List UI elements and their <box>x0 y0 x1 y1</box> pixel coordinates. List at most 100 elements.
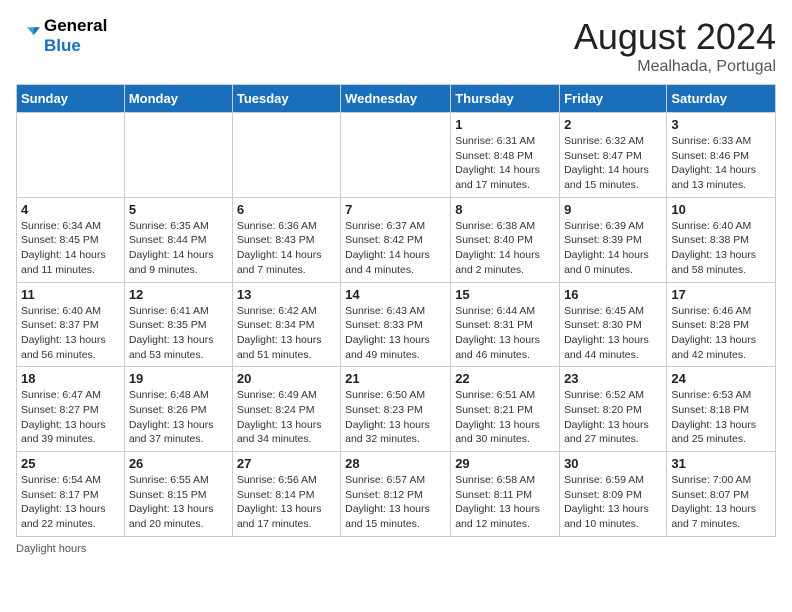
calendar-cell: 2 Sunrise: 6:32 AM Sunset: 8:47 PM Daylig… <box>560 113 667 198</box>
day-number: 20 <box>237 371 336 386</box>
day-info: Sunrise: 6:37 AM Sunset: 8:42 PM Dayligh… <box>345 219 446 278</box>
day-info: Sunrise: 6:42 AM Sunset: 8:34 PM Dayligh… <box>237 304 336 363</box>
day-number: 13 <box>237 287 336 302</box>
day-info: Sunrise: 6:34 AM Sunset: 8:45 PM Dayligh… <box>21 219 120 278</box>
day-number: 4 <box>21 202 120 217</box>
calendar-cell <box>17 113 125 198</box>
calendar-cell: 20 Sunrise: 6:49 AM Sunset: 8:24 PM Dayli… <box>232 367 340 452</box>
page-header: General Blue August 2024 Mealhada, Portu… <box>16 16 776 76</box>
month-title: August 2024 <box>574 16 776 58</box>
calendar-cell: 31 Sunrise: 7:00 AM Sunset: 8:07 PM Dayli… <box>667 452 776 537</box>
logo-text: General Blue <box>44 16 107 56</box>
day-number: 15 <box>455 287 555 302</box>
day-info: Sunrise: 6:56 AM Sunset: 8:14 PM Dayligh… <box>237 473 336 532</box>
day-number: 11 <box>21 287 120 302</box>
calendar-cell <box>232 113 340 198</box>
day-number: 6 <box>237 202 336 217</box>
day-number: 18 <box>21 371 120 386</box>
weekday-header: Thursday <box>451 85 560 113</box>
day-number: 21 <box>345 371 446 386</box>
weekday-header: Wednesday <box>341 85 451 113</box>
calendar-cell: 30 Sunrise: 6:59 AM Sunset: 8:09 PM Dayli… <box>560 452 667 537</box>
day-info: Sunrise: 6:41 AM Sunset: 8:35 PM Dayligh… <box>129 304 228 363</box>
day-info: Sunrise: 6:48 AM Sunset: 8:26 PM Dayligh… <box>129 388 228 447</box>
location: Mealhada, Portugal <box>574 58 776 76</box>
day-info: Sunrise: 6:55 AM Sunset: 8:15 PM Dayligh… <box>129 473 228 532</box>
day-info: Sunrise: 6:53 AM Sunset: 8:18 PM Dayligh… <box>671 388 771 447</box>
calendar-cell: 16Sunrise: 6:45 AM Sunset: 8:30 PM Dayli… <box>560 282 667 367</box>
day-info: Sunrise: 6:50 AM Sunset: 8:23 PM Dayligh… <box>345 388 446 447</box>
day-number: 27 <box>237 456 336 471</box>
calendar-cell: 15 Sunrise: 6:44 AM Sunset: 8:31 PM Dayli… <box>451 282 560 367</box>
day-number: 19 <box>129 371 228 386</box>
day-info: Sunrise: 6:31 AM Sunset: 8:48 PM Dayligh… <box>455 134 555 193</box>
calendar-cell: 29Sunrise: 6:58 AM Sunset: 8:11 PM Dayli… <box>451 452 560 537</box>
calendar-cell: 10 Sunrise: 6:40 AM Sunset: 8:38 PM Dayli… <box>667 197 776 282</box>
day-info: Sunrise: 6:58 AM Sunset: 8:11 PM Dayligh… <box>455 473 555 532</box>
day-number: 1 <box>455 117 555 132</box>
calendar-cell: 14Sunrise: 6:43 AM Sunset: 8:33 PM Dayli… <box>341 282 451 367</box>
day-info: Sunrise: 6:36 AM Sunset: 8:43 PM Dayligh… <box>237 219 336 278</box>
weekday-header: Friday <box>560 85 667 113</box>
day-info: Sunrise: 6:57 AM Sunset: 8:12 PM Dayligh… <box>345 473 446 532</box>
weekday-header: Monday <box>124 85 232 113</box>
calendar-cell: 9Sunrise: 6:39 AM Sunset: 8:39 PM Daylig… <box>560 197 667 282</box>
day-info: Sunrise: 6:49 AM Sunset: 8:24 PM Dayligh… <box>237 388 336 447</box>
calendar-cell: 8 Sunrise: 6:38 AM Sunset: 8:40 PM Daylig… <box>451 197 560 282</box>
day-number: 23 <box>564 371 662 386</box>
calendar-cell: 18 Sunrise: 6:47 AM Sunset: 8:27 PM Dayli… <box>17 367 125 452</box>
day-info: Sunrise: 6:40 AM Sunset: 8:38 PM Dayligh… <box>671 219 771 278</box>
logo: General Blue <box>16 16 107 56</box>
day-number: 7 <box>345 202 446 217</box>
calendar-cell: 11 Sunrise: 6:40 AM Sunset: 8:37 PM Dayli… <box>17 282 125 367</box>
calendar-table: SundayMondayTuesdayWednesdayThursdayFrid… <box>16 84 776 537</box>
weekday-header: Tuesday <box>232 85 340 113</box>
calendar-cell: 17Sunrise: 6:46 AM Sunset: 8:28 PM Dayli… <box>667 282 776 367</box>
day-number: 2 <box>564 117 662 132</box>
day-info: Sunrise: 6:43 AM Sunset: 8:33 PM Dayligh… <box>345 304 446 363</box>
day-number: 25 <box>21 456 120 471</box>
day-info: Sunrise: 6:32 AM Sunset: 8:47 PM Dayligh… <box>564 134 662 193</box>
day-number: 28 <box>345 456 446 471</box>
calendar-cell: 1 Sunrise: 6:31 AM Sunset: 8:48 PM Daylig… <box>451 113 560 198</box>
title-block: August 2024 Mealhada, Portugal <box>574 16 776 76</box>
day-number: 3 <box>671 117 771 132</box>
calendar-header: SundayMondayTuesdayWednesdayThursdayFrid… <box>17 85 776 113</box>
day-number: 10 <box>671 202 771 217</box>
day-info: Sunrise: 6:44 AM Sunset: 8:31 PM Dayligh… <box>455 304 555 363</box>
day-info: Sunrise: 6:47 AM Sunset: 8:27 PM Dayligh… <box>21 388 120 447</box>
calendar-cell: 27 Sunrise: 6:56 AM Sunset: 8:14 PM Dayli… <box>232 452 340 537</box>
calendar-cell: 28 Sunrise: 6:57 AM Sunset: 8:12 PM Dayli… <box>341 452 451 537</box>
day-number: 8 <box>455 202 555 217</box>
day-number: 31 <box>671 456 771 471</box>
day-number: 9 <box>564 202 662 217</box>
calendar-cell: 23 Sunrise: 6:52 AM Sunset: 8:20 PM Dayli… <box>560 367 667 452</box>
day-info: Sunrise: 7:00 AM Sunset: 8:07 PM Dayligh… <box>671 473 771 532</box>
day-info: Sunrise: 6:45 AM Sunset: 8:30 PM Dayligh… <box>564 304 662 363</box>
day-info: Sunrise: 6:40 AM Sunset: 8:37 PM Dayligh… <box>21 304 120 363</box>
day-info: Sunrise: 6:38 AM Sunset: 8:40 PM Dayligh… <box>455 219 555 278</box>
calendar-cell: 13 Sunrise: 6:42 AM Sunset: 8:34 PM Dayli… <box>232 282 340 367</box>
logo-icon <box>16 24 40 48</box>
day-info: Sunrise: 6:54 AM Sunset: 8:17 PM Dayligh… <box>21 473 120 532</box>
calendar-cell <box>124 113 232 198</box>
weekday-header: Sunday <box>17 85 125 113</box>
calendar-cell: 3 Sunrise: 6:33 AM Sunset: 8:46 PM Daylig… <box>667 113 776 198</box>
day-number: 12 <box>129 287 228 302</box>
calendar-cell: 6 Sunrise: 6:36 AM Sunset: 8:43 PM Daylig… <box>232 197 340 282</box>
calendar-cell: 26Sunrise: 6:55 AM Sunset: 8:15 PM Dayli… <box>124 452 232 537</box>
calendar-cell: 25 Sunrise: 6:54 AM Sunset: 8:17 PM Dayli… <box>17 452 125 537</box>
calendar-cell: 19 Sunrise: 6:48 AM Sunset: 8:26 PM Dayli… <box>124 367 232 452</box>
day-info: Sunrise: 6:59 AM Sunset: 8:09 PM Dayligh… <box>564 473 662 532</box>
day-info: Sunrise: 6:33 AM Sunset: 8:46 PM Dayligh… <box>671 134 771 193</box>
calendar-cell: 21 Sunrise: 6:50 AM Sunset: 8:23 PM Dayli… <box>341 367 451 452</box>
day-info: Sunrise: 6:35 AM Sunset: 8:44 PM Dayligh… <box>129 219 228 278</box>
day-number: 17 <box>671 287 771 302</box>
calendar-cell: 5Sunrise: 6:35 AM Sunset: 8:44 PM Daylig… <box>124 197 232 282</box>
calendar-cell: 4 Sunrise: 6:34 AM Sunset: 8:45 PM Daylig… <box>17 197 125 282</box>
calendar-cell <box>341 113 451 198</box>
day-info: Sunrise: 6:52 AM Sunset: 8:20 PM Dayligh… <box>564 388 662 447</box>
day-number: 30 <box>564 456 662 471</box>
day-info: Sunrise: 6:51 AM Sunset: 8:21 PM Dayligh… <box>455 388 555 447</box>
calendar-cell: 24Sunrise: 6:53 AM Sunset: 8:18 PM Dayli… <box>667 367 776 452</box>
